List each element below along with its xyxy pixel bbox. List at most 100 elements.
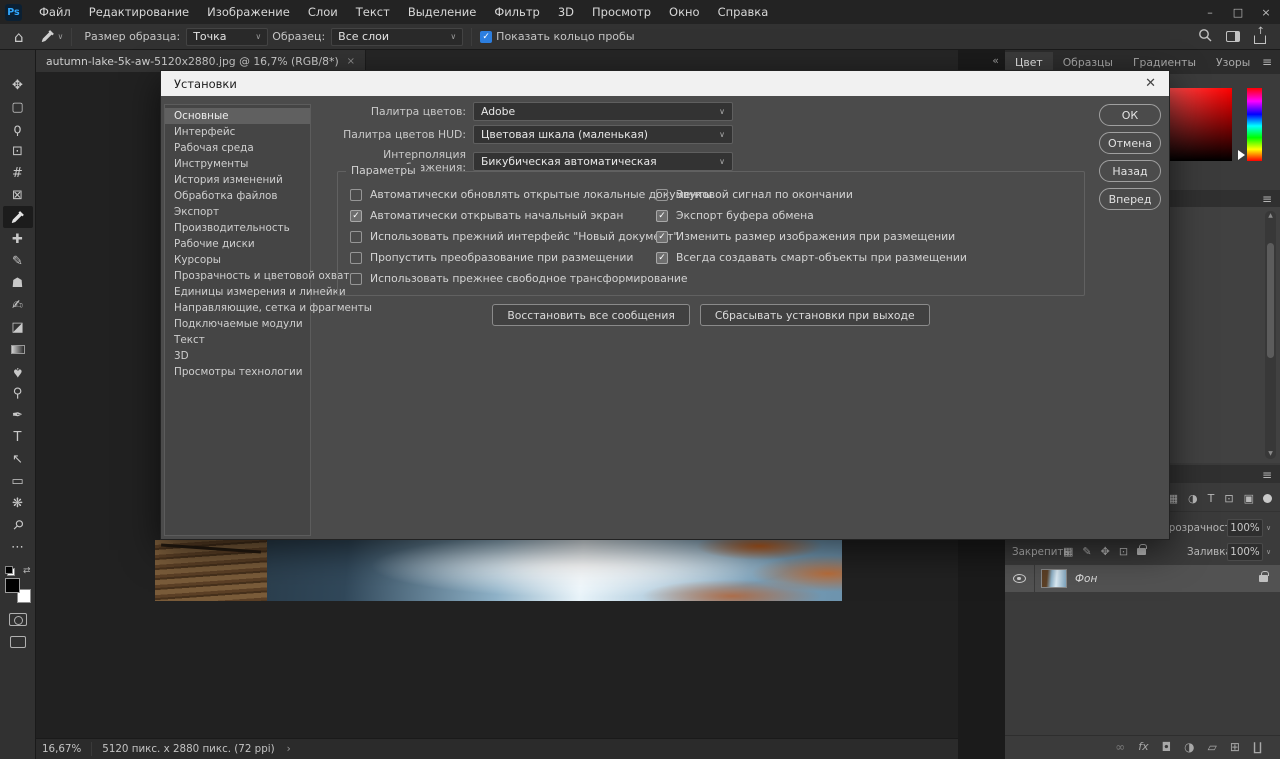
fill-value[interactable]: 100%: [1227, 543, 1263, 561]
menu-item[interactable]: 3D: [549, 0, 583, 24]
prefs-sidebar-item[interactable]: Единицы измерения и линейки: [165, 284, 310, 300]
hue-slider-handle[interactable]: [1238, 150, 1245, 160]
back-button[interactable]: Назад: [1099, 160, 1161, 182]
workspace-icon[interactable]: [1226, 31, 1240, 42]
prefs-sidebar-item[interactable]: Подключаемые модули: [165, 316, 310, 332]
checkbox[interactable]: [656, 189, 668, 201]
menu-item[interactable]: Слои: [299, 0, 347, 24]
layer-group-icon[interactable]: ▱: [1208, 740, 1217, 754]
search-icon[interactable]: [1198, 28, 1212, 45]
type-tool[interactable]: T: [3, 426, 33, 448]
opacity-value[interactable]: 100%: [1227, 519, 1263, 537]
chevron-down-icon[interactable]: ∨: [1266, 524, 1271, 532]
filter-type-layers-icon[interactable]: Т: [1208, 492, 1215, 505]
checkbox[interactable]: ✓: [350, 210, 362, 222]
checkbox[interactable]: ✓: [656, 231, 668, 243]
ok-button[interactable]: ОК: [1099, 104, 1161, 126]
prefs-sidebar-item[interactable]: Производительность: [165, 220, 310, 236]
link-layers-icon[interactable]: ∞: [1115, 740, 1125, 754]
gradient-tool[interactable]: [3, 338, 33, 360]
close-icon[interactable]: ✕: [1145, 76, 1156, 91]
prefs-sidebar-item[interactable]: Экспорт: [165, 204, 310, 220]
menu-item[interactable]: Изображение: [198, 0, 299, 24]
healing-brush-tool[interactable]: ✚: [3, 228, 33, 250]
filter-adjustment-layers-icon[interactable]: ◑: [1188, 492, 1198, 505]
path-selection-tool[interactable]: ↖: [3, 448, 33, 470]
delete-layer-icon[interactable]: ∐: [1253, 740, 1262, 754]
screen-mode-button[interactable]: [10, 636, 26, 648]
layer-filter-toggle[interactable]: [1263, 494, 1272, 503]
default-colors-icon[interactable]: [5, 566, 15, 576]
reset-all-messages-button[interactable]: Восстановить все сообщения: [492, 304, 689, 326]
rectangle-tool[interactable]: ▭: [3, 470, 33, 492]
panel-menu-icon[interactable]: ≡: [1262, 55, 1272, 69]
maximize-button[interactable]: □: [1224, 0, 1252, 24]
document-tab[interactable]: autumn-lake-5k-aw-5120x2880.jpg @ 16,7% …: [36, 50, 366, 72]
zoom-level[interactable]: 16,67%: [36, 743, 91, 755]
reset-preferences-on-exit-button[interactable]: Сбрасывать установки при выходе: [700, 304, 930, 326]
prefs-sidebar-item[interactable]: Просмотры технологии: [165, 364, 310, 380]
prefs-sidebar-item[interactable]: Прозрачность и цветовой охват: [165, 268, 310, 284]
layer-thumbnail[interactable]: [1041, 569, 1067, 588]
checkbox[interactable]: [350, 189, 362, 201]
minimize-button[interactable]: –: [1196, 0, 1224, 24]
lock-pixels-icon[interactable]: ✎: [1082, 545, 1091, 558]
layer-row-background[interactable]: Фон: [1005, 565, 1280, 592]
new-layer-icon[interactable]: ⊞: [1230, 740, 1240, 754]
prefs-sidebar-item[interactable]: История изменений: [165, 172, 310, 188]
panel-menu-icon[interactable]: ≡: [1262, 192, 1272, 206]
hand-tool[interactable]: ❋: [3, 492, 33, 514]
prefs-sidebar-item[interactable]: Основные: [165, 108, 310, 124]
scrollbar-thumb[interactable]: [1267, 243, 1274, 358]
zoom-tool[interactable]: ⚲: [3, 514, 33, 536]
lock-all-icon[interactable]: [1137, 548, 1146, 555]
checkbox[interactable]: [350, 252, 362, 264]
prefs-sidebar-item[interactable]: Курсоры: [165, 252, 310, 268]
home-icon[interactable]: ⌂: [14, 28, 24, 46]
sample-size-select[interactable]: Точка ∨: [186, 28, 268, 46]
layer-mask-icon[interactable]: ◘: [1162, 740, 1172, 754]
forward-button[interactable]: Вперед: [1099, 188, 1161, 210]
blur-tool[interactable]: ♠: [3, 360, 33, 382]
lasso-tool[interactable]: ϙ: [3, 118, 33, 140]
foreground-color-swatch[interactable]: [5, 578, 20, 593]
move-tool[interactable]: ✥: [3, 74, 33, 96]
dodge-tool[interactable]: ⚲: [3, 382, 33, 404]
prefs-sidebar-item[interactable]: Направляющие, сетка и фрагменты: [165, 300, 310, 316]
scrollbar[interactable]: ▲ ▼: [1265, 211, 1276, 459]
layer-visibility-cell[interactable]: [1005, 565, 1035, 592]
eyedropper-tool[interactable]: [3, 206, 33, 228]
filter-shape-layers-icon[interactable]: ⊡: [1224, 492, 1233, 505]
history-brush-tool[interactable]: ✍: [3, 294, 33, 316]
prefs-sidebar-item[interactable]: Рабочая среда: [165, 140, 310, 156]
tools-ellipsis[interactable]: ⋯: [3, 536, 33, 558]
checkbox[interactable]: [350, 273, 362, 285]
clone-stamp-tool[interactable]: ☗: [3, 272, 33, 294]
close-icon[interactable]: ×: [347, 56, 355, 67]
hue-slider[interactable]: [1247, 88, 1262, 161]
scroll-down-icon[interactable]: ▼: [1268, 449, 1273, 459]
checkbox[interactable]: [350, 231, 362, 243]
menu-item[interactable]: Текст: [347, 0, 399, 24]
prefs-sidebar-item[interactable]: 3D: [165, 348, 310, 364]
prefs-sidebar-item[interactable]: Интерфейс: [165, 124, 310, 140]
chevron-down-icon[interactable]: ∨: [1266, 548, 1271, 556]
checkbox[interactable]: ✓: [656, 252, 668, 264]
menu-item[interactable]: Выделение: [399, 0, 486, 24]
dialog-titlebar[interactable]: Установки ✕: [161, 71, 1169, 96]
menu-item[interactable]: Окно: [660, 0, 709, 24]
object-selection-tool[interactable]: ⊡: [3, 140, 33, 162]
show-sampling-ring-checkbox[interactable]: ✓: [480, 31, 492, 43]
prefs-sidebar-item[interactable]: Обработка файлов: [165, 188, 310, 204]
eyedropper-tool-icon[interactable]: [40, 29, 55, 44]
sample-select[interactable]: Все слои ∨: [331, 28, 463, 46]
close-button[interactable]: ×: [1252, 0, 1280, 24]
checkbox[interactable]: ✓: [656, 210, 668, 222]
quick-mask-button[interactable]: [9, 613, 27, 626]
expand-panels-icon[interactable]: «: [992, 54, 997, 67]
marquee-tool[interactable]: ▢: [3, 96, 33, 118]
swap-colors-icon[interactable]: ⇄: [23, 566, 31, 576]
layer-effects-icon[interactable]: fx: [1138, 740, 1148, 753]
lock-artboard-icon[interactable]: ⊡: [1119, 545, 1128, 558]
lock-position-icon[interactable]: ✥: [1101, 545, 1110, 558]
